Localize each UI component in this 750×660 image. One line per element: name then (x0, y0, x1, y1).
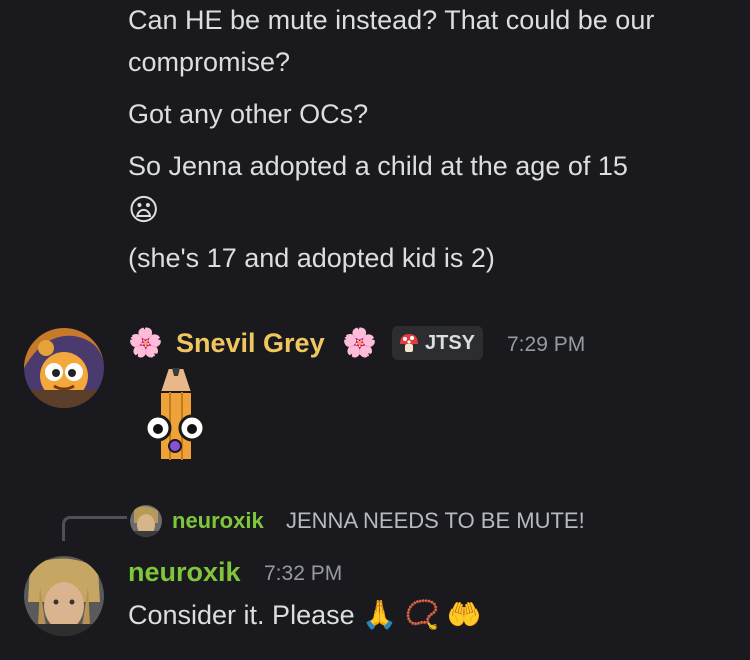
reply-avatar[interactable] (130, 505, 162, 537)
reply-connector (62, 516, 127, 541)
message-text: Can HE be mute instead? That could be ou… (128, 5, 655, 35)
prayer-beads-icon: 📿 (404, 598, 440, 631)
message-text: compromise? (128, 47, 291, 77)
username-snevil[interactable]: Snevil Grey (176, 328, 325, 359)
message-text-row: Consider it. Please 🙏 📿 🤲 (128, 594, 482, 636)
cherry-blossom-icon: 🌸 (342, 326, 377, 359)
folded-hands-icon: 🙏 (362, 598, 398, 631)
mushroom-icon (398, 332, 420, 354)
avatar-neuroxik[interactable] (24, 556, 104, 636)
timestamp: 7:29 PM (507, 333, 586, 356)
timestamp: 7:32 PM (264, 562, 343, 585)
message-text: Consider it. Please (128, 600, 355, 630)
palms-up-icon: 🤲 (446, 598, 482, 631)
frowning-emoji: 😦 (128, 193, 160, 228)
message-text: (she's 17 and adopted kid is 2) (128, 243, 495, 273)
cherry-blossom-icon: 🌸 (128, 326, 163, 359)
reply-author[interactable]: neuroxik (172, 508, 264, 534)
message-text: So Jenna adopted a child at the age of 1… (128, 151, 628, 181)
avatar-snevil[interactable] (24, 328, 104, 408)
message-text: Got any other OCs? (128, 99, 369, 129)
pencil-sticker[interactable] (140, 366, 212, 462)
username-neuroxik[interactable]: neuroxik (128, 557, 241, 588)
server-tag-label: JTSY (425, 331, 476, 354)
reply-text[interactable]: JENNA NEEDS TO BE MUTE! (286, 508, 585, 534)
server-tag-badge[interactable]: JTSY (392, 326, 484, 360)
